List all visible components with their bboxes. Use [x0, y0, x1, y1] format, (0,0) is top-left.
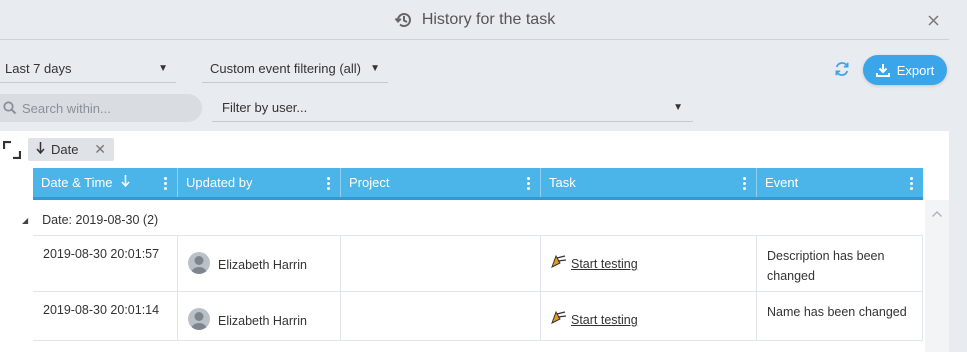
vertical-scrollbar[interactable] — [925, 200, 949, 352]
cell-updated-by: Elizabeth Harrin — [178, 292, 341, 340]
refresh-icon[interactable] — [833, 60, 851, 78]
export-label: Export — [896, 62, 935, 78]
event-filter-dropdown[interactable]: Custom event filtering (all) ▼ — [202, 55, 388, 83]
collapse-triangle-icon[interactable]: ◢ — [22, 216, 28, 225]
group-label: Date: 2019-08-30 (2) — [42, 213, 159, 227]
column-label: Updated by — [186, 175, 253, 190]
cell-datetime: 2019-08-30 20:01:57 — [33, 236, 178, 291]
column-header-updated-by[interactable]: Updated by — [178, 168, 341, 197]
dialog-header: History for the task — [0, 0, 949, 40]
avatar — [188, 252, 210, 274]
cell-project — [341, 292, 541, 340]
chevron-down-icon: ▼ — [673, 102, 683, 113]
close-icon[interactable] — [925, 12, 941, 28]
user-filter-placeholder: Filter by user... — [222, 100, 308, 115]
group-by-label: Date — [51, 142, 79, 157]
history-icon — [394, 10, 414, 30]
user-name: Elizabeth Harrin — [218, 258, 307, 272]
cell-event: Name has been changed — [757, 292, 923, 340]
cell-datetime: 2019-08-30 20:01:14 — [33, 292, 178, 340]
event-filter-value: Custom event filtering (all) — [210, 61, 361, 76]
column-menu-icon[interactable] — [164, 177, 167, 190]
column-header-event[interactable]: Event — [757, 168, 923, 197]
table-row[interactable]: 2019-08-30 20:01:57 Elizabeth Harrin Sta… — [33, 235, 923, 291]
search-icon — [3, 101, 17, 115]
cell-event: Description has been changed — [757, 236, 923, 291]
remove-icon[interactable]: ✕ — [94, 141, 106, 158]
user-filter-dropdown[interactable]: Filter by user... ▼ — [212, 94, 693, 122]
task-icon — [551, 254, 567, 274]
column-header-project[interactable]: Project — [341, 168, 541, 197]
task-link[interactable]: Start testing — [571, 310, 638, 330]
download-icon — [875, 64, 890, 77]
task-icon — [551, 310, 567, 330]
group-by-chip[interactable]: Date ✕ — [28, 138, 114, 161]
avatar — [188, 308, 210, 330]
dialog-title: History for the task — [421, 10, 556, 28]
column-header-datetime[interactable]: Date & Time — [33, 168, 178, 197]
column-label: Project — [349, 175, 390, 190]
cell-updated-by: Elizabeth Harrin — [178, 236, 341, 291]
column-menu-icon[interactable] — [743, 177, 746, 190]
table-header: Date & Time Updated by Project Task Even… — [33, 168, 923, 200]
sort-down-icon — [36, 142, 45, 157]
expand-icon[interactable] — [2, 140, 22, 160]
cell-task: Start testing — [541, 292, 757, 340]
cell-task: Start testing — [541, 236, 757, 291]
task-link[interactable]: Start testing — [571, 254, 638, 274]
history-panel: Date ✕ Date & Time Updated by Project Ta… — [0, 131, 949, 352]
chevron-up-icon[interactable] — [931, 206, 943, 218]
chevron-down-icon: ▼ — [370, 63, 380, 74]
period-dropdown[interactable]: Last 7 days ▼ — [0, 55, 176, 83]
column-menu-icon[interactable] — [527, 177, 530, 190]
column-menu-icon[interactable] — [910, 177, 913, 190]
sort-desc-icon — [120, 175, 130, 190]
column-label: Task — [549, 175, 576, 190]
column-label: Date & Time — [41, 175, 113, 190]
export-button[interactable]: Export — [863, 55, 947, 85]
column-header-task[interactable]: Task — [541, 168, 757, 197]
column-label: Event — [765, 175, 799, 190]
chevron-down-icon: ▼ — [158, 63, 168, 74]
table-row[interactable]: 2019-08-30 20:01:14 Elizabeth Harrin Sta… — [33, 291, 923, 341]
search-placeholder: Search within... — [22, 100, 111, 116]
search-input[interactable]: Search within... — [0, 94, 202, 122]
user-name: Elizabeth Harrin — [218, 314, 307, 328]
column-menu-icon[interactable] — [327, 177, 330, 190]
cell-project — [341, 236, 541, 291]
group-row[interactable]: ◢ Date: 2019-08-30 (2) — [22, 205, 924, 235]
period-value: Last 7 days — [5, 61, 72, 76]
